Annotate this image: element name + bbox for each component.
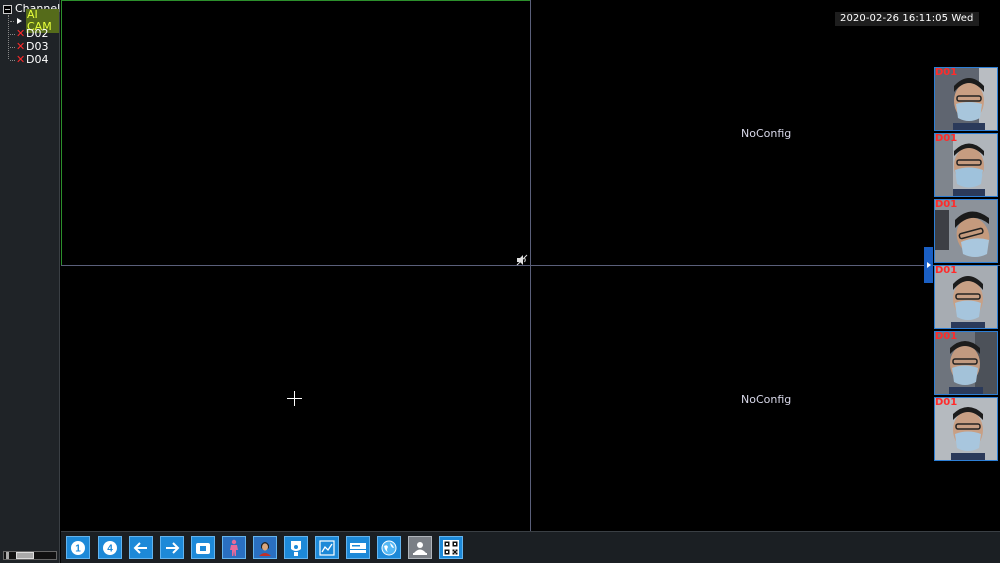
- video-pane-1-selected[interactable]: [61, 0, 531, 266]
- face-channel-label: D01: [935, 199, 958, 210]
- face-capture-1[interactable]: D01: [934, 67, 998, 131]
- dvr-icon: [350, 542, 366, 553]
- video-grid[interactable]: NoConfig NoConfig 2020-02-26 16:11:05 We…: [61, 0, 1000, 531]
- stop-icon: [196, 542, 210, 554]
- qr-code-icon: [443, 539, 459, 556]
- face-icon: [259, 541, 271, 556]
- datetime-overlay: 2020-02-26 16:11:05 Wed: [835, 12, 979, 26]
- arrow-left-icon: [133, 541, 147, 554]
- face-panel-toggle[interactable]: [924, 247, 933, 283]
- play-icon: [16, 18, 22, 24]
- tree-connector: [10, 46, 15, 48]
- channel-label: D04: [26, 53, 49, 66]
- network-button[interactable]: [377, 536, 401, 559]
- single-view-button[interactable]: 1: [66, 536, 90, 559]
- qr-code-button[interactable]: [439, 536, 463, 559]
- scrollbar-thumb[interactable]: [16, 552, 34, 559]
- channel-item-ai-cam[interactable]: AI CAM: [10, 9, 59, 33]
- arrow-right-icon: [166, 541, 180, 554]
- chevron-right-icon: [926, 262, 931, 268]
- pane-4-status: NoConfig: [741, 393, 792, 406]
- sidebar-scrollbar[interactable]: [3, 551, 57, 560]
- face-capture-5[interactable]: D01: [934, 331, 998, 395]
- user-button[interactable]: [408, 536, 432, 559]
- record-button[interactable]: [346, 536, 370, 559]
- layout-4-label: 4: [107, 543, 113, 554]
- user-icon: [413, 541, 427, 555]
- globe-icon: [381, 540, 397, 555]
- face-capture-4[interactable]: D01: [934, 265, 998, 329]
- person-icon: [230, 539, 238, 556]
- channel-item-d04[interactable]: ✕ D04: [10, 54, 48, 66]
- face-channel-label: D01: [935, 133, 958, 144]
- face-capture-2[interactable]: D01: [934, 133, 998, 197]
- tree-connector: [10, 59, 15, 61]
- stop-button[interactable]: [191, 536, 215, 559]
- channel-label: D03: [26, 40, 49, 53]
- next-button[interactable]: [160, 536, 184, 559]
- chart-icon: [319, 539, 335, 556]
- face-channel-label: D01: [935, 331, 958, 342]
- offline-x-icon: ✕: [16, 27, 26, 40]
- channel-sidebar: Channel AI CAM ✕ D02 ✕ D03 ✕ D04: [0, 0, 60, 563]
- face-detect-button[interactable]: [253, 536, 277, 559]
- channel-item-d03[interactable]: ✕ D03: [10, 41, 48, 53]
- face-channel-label: D01: [935, 265, 958, 276]
- face-capture-3[interactable]: D01: [934, 199, 998, 263]
- offline-x-icon: ✕: [16, 53, 26, 66]
- pane-2-status: NoConfig: [741, 127, 792, 140]
- channel-item-d02[interactable]: ✕ D02: [10, 28, 48, 40]
- quad-view-button[interactable]: 4: [98, 536, 122, 559]
- human-detect-button[interactable]: [222, 536, 246, 559]
- grid-divider-vertical: [530, 0, 531, 531]
- layout-1-label: 1: [75, 543, 81, 554]
- audio-speaker-icon[interactable]: [516, 254, 528, 266]
- layout-4-icon: 4: [103, 540, 117, 555]
- tree-connector: [10, 33, 15, 35]
- ptz-button[interactable]: [284, 536, 308, 559]
- layout-1-icon: 1: [71, 540, 85, 555]
- tree-connector: [10, 20, 14, 22]
- crosshair-cursor-icon: [294, 391, 295, 406]
- chart-button[interactable]: [315, 536, 339, 559]
- bottom-toolbar: 1 4: [61, 531, 1000, 563]
- face-capture-6[interactable]: D01: [934, 397, 998, 461]
- scrollbar-cap: [6, 552, 9, 559]
- collapse-box-icon[interactable]: [3, 4, 12, 14]
- previous-button[interactable]: [129, 536, 153, 559]
- offline-x-icon: ✕: [16, 40, 26, 53]
- face-channel-label: D01: [935, 397, 958, 408]
- face-channel-label: D01: [935, 67, 958, 78]
- channel-label: D02: [26, 27, 49, 40]
- camera-icon: [291, 540, 301, 556]
